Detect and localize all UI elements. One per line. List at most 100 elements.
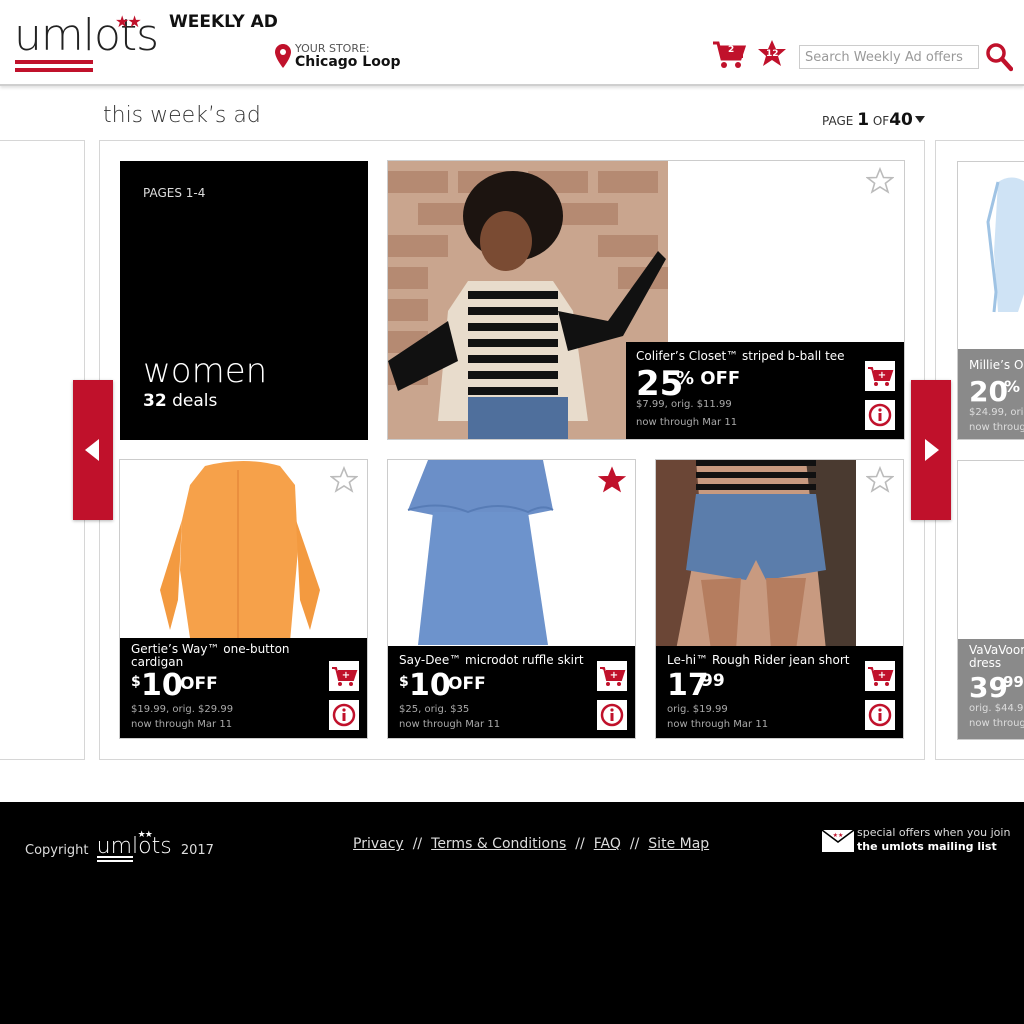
favorite-star-icon[interactable] <box>866 466 894 494</box>
faq-link[interactable]: FAQ <box>594 836 621 852</box>
peek-info-bar: VaVaVoom dress 39 99 orig. $44.99 now th… <box>958 639 1024 739</box>
product-card[interactable]: Say-Dee™ microdot ruffle skirt $ 10 OFF … <box>387 459 636 739</box>
category-tile[interactable]: PAGES 1-4 women 32 deals <box>120 161 368 440</box>
product-valid-until: now through Mar 11 <box>667 719 769 730</box>
product-card[interactable]: Le-hi™ Rough Rider jean short 17 99 orig… <box>655 459 904 739</box>
logo-stripe <box>15 68 93 72</box>
product-valid-until: now through Mar 11 <box>636 417 738 428</box>
favorites-count: 12 <box>766 49 779 59</box>
category-pages: PAGES 1-4 <box>143 186 206 200</box>
add-to-cart-button[interactable]: + <box>597 661 627 691</box>
favorites-button[interactable]: 12 <box>757 38 787 70</box>
svg-text:+: + <box>342 670 350 681</box>
pager-total: 40 <box>889 110 913 130</box>
mailing-line-1: special offers when you join <box>857 826 1011 839</box>
copyright: Copyright umlots ★★ 2017 <box>25 830 214 862</box>
product-info-bar: Gertie’s Way™ one-button cardigan $ 10 O… <box>120 638 367 738</box>
product-name: Say-Dee™ microdot ruffle skirt <box>399 653 584 667</box>
favorite-star-icon[interactable] <box>330 466 358 494</box>
product-price-suffix: % <box>1004 377 1021 396</box>
pager-current: 1 <box>857 110 870 130</box>
chevron-down-icon <box>914 116 925 123</box>
product-price: 10 <box>409 668 451 703</box>
chevron-left-icon <box>85 439 99 461</box>
svg-text:+: + <box>878 670 886 681</box>
favorite-star-icon[interactable] <box>866 167 894 195</box>
product-info-bar: Say-Dee™ microdot ruffle skirt $ 10 OFF … <box>388 646 635 738</box>
product-info-button[interactable] <box>329 700 359 730</box>
deal-count-label: deals <box>172 391 218 411</box>
search-input[interactable] <box>799 45 979 69</box>
favorite-star-icon[interactable] <box>598 466 626 494</box>
chevron-right-icon <box>925 439 939 461</box>
add-to-cart-button[interactable]: + <box>865 361 895 391</box>
product-subprice: $25, orig. $35 <box>399 704 470 715</box>
footer-logo-stripe <box>96 860 133 862</box>
site-map-link[interactable]: Site Map <box>648 836 709 852</box>
copyright-label: Copyright <box>25 843 89 858</box>
product-price-suffix: OFF <box>448 674 486 694</box>
section-title: WEEKLY AD <box>169 12 278 32</box>
product-price-prefix: $ <box>131 674 141 690</box>
product-info-bar: Colifer’s Closet™ striped b-ball tee 25 … <box>626 342 904 439</box>
product-valid-until: now through Mar 11 <box>131 719 233 730</box>
previous-page-button[interactable] <box>73 380 113 520</box>
page-selector[interactable]: PAGE 1 OF40 <box>822 110 925 130</box>
link-separator: // <box>629 836 640 852</box>
product-info-button[interactable] <box>865 700 895 730</box>
product-image <box>958 461 1024 651</box>
peek-info-bar: Millie’s Ori 20 % $24.99, orig now throu… <box>958 349 1024 439</box>
product-name: VaVaVoom dress <box>969 643 1024 670</box>
product-subprice: orig. $19.99 <box>667 704 728 715</box>
product-price-cents: 99 <box>1003 673 1024 691</box>
product-name: Colifer’s Closet™ striped b-ball tee <box>636 349 845 363</box>
product-info-bar: Le-hi™ Rough Rider jean short 17 99 orig… <box>656 646 903 738</box>
page-title: this week’s ad <box>103 103 261 128</box>
add-to-cart-icon: + <box>332 667 358 686</box>
add-to-cart-button[interactable]: + <box>329 661 359 691</box>
product-info-button[interactable] <box>865 400 895 430</box>
product-card[interactable]: Gertie’s Way™ one-button cardigan $ 10 O… <box>119 459 368 739</box>
info-icon <box>332 703 356 727</box>
footer-logo: umlots ★★ <box>96 830 173 862</box>
footer-links: Privacy // Terms & Conditions // FAQ // Site M… <box>353 836 709 852</box>
product-subprice: $19.99, orig. $29.99 <box>131 704 234 715</box>
info-icon <box>868 403 892 427</box>
privacy-link[interactable]: Privacy <box>353 836 404 852</box>
product-price-suffix: OFF <box>180 674 218 694</box>
info-icon <box>600 703 624 727</box>
search-icon <box>986 43 1014 72</box>
svg-text:+: + <box>878 370 886 381</box>
product-name: Le-hi™ Rough Rider jean short <box>667 653 850 667</box>
product-card[interactable]: Colifer’s Closet™ striped b-ball tee 25 … <box>387 160 905 440</box>
category-name: women <box>143 351 268 391</box>
next-page-button[interactable] <box>911 380 951 520</box>
product-price-prefix: $ <box>399 674 409 690</box>
add-to-cart-icon: + <box>600 667 626 686</box>
logo-stars: ★★ <box>115 12 142 31</box>
product-subprice: $24.99, orig <box>969 407 1024 418</box>
deal-count-number: 32 <box>143 391 167 411</box>
store-name[interactable]: Chicago Loop <box>295 54 400 70</box>
product-valid-until: now through Mar 11 <box>399 719 501 730</box>
peek-product-card[interactable]: VaVaVoom dress 39 99 orig. $44.99 now th… <box>957 460 1024 740</box>
cart-count: 2 <box>728 45 735 55</box>
svg-text:★★: ★★ <box>833 832 844 839</box>
pager-page-label: PAGE <box>822 114 854 128</box>
umlots-logo[interactable]: umlots ★★ <box>14 10 194 72</box>
svg-text:+: + <box>610 670 618 681</box>
product-price-suffix: % OFF <box>676 368 741 389</box>
site-footer: Copyright umlots ★★ 2017 Privacy // Terms … <box>0 802 1024 1024</box>
add-to-cart-button[interactable]: + <box>865 661 895 691</box>
product-subprice: orig. $44.99 <box>969 703 1024 714</box>
search-button[interactable] <box>985 42 1014 72</box>
logo-stripe <box>15 60 93 64</box>
product-info-button[interactable] <box>597 700 627 730</box>
cart-button[interactable]: 2 <box>712 40 747 70</box>
terms-link[interactable]: Terms & Conditions <box>431 836 566 852</box>
peek-product-card[interactable]: Millie’s Ori 20 % $24.99, orig now throu… <box>957 161 1024 440</box>
product-image <box>958 162 1024 352</box>
category-deal-count: 32 deals <box>143 391 217 411</box>
product-price: 10 <box>141 668 183 703</box>
mailing-line-2: the umlots mailing list <box>857 840 997 853</box>
